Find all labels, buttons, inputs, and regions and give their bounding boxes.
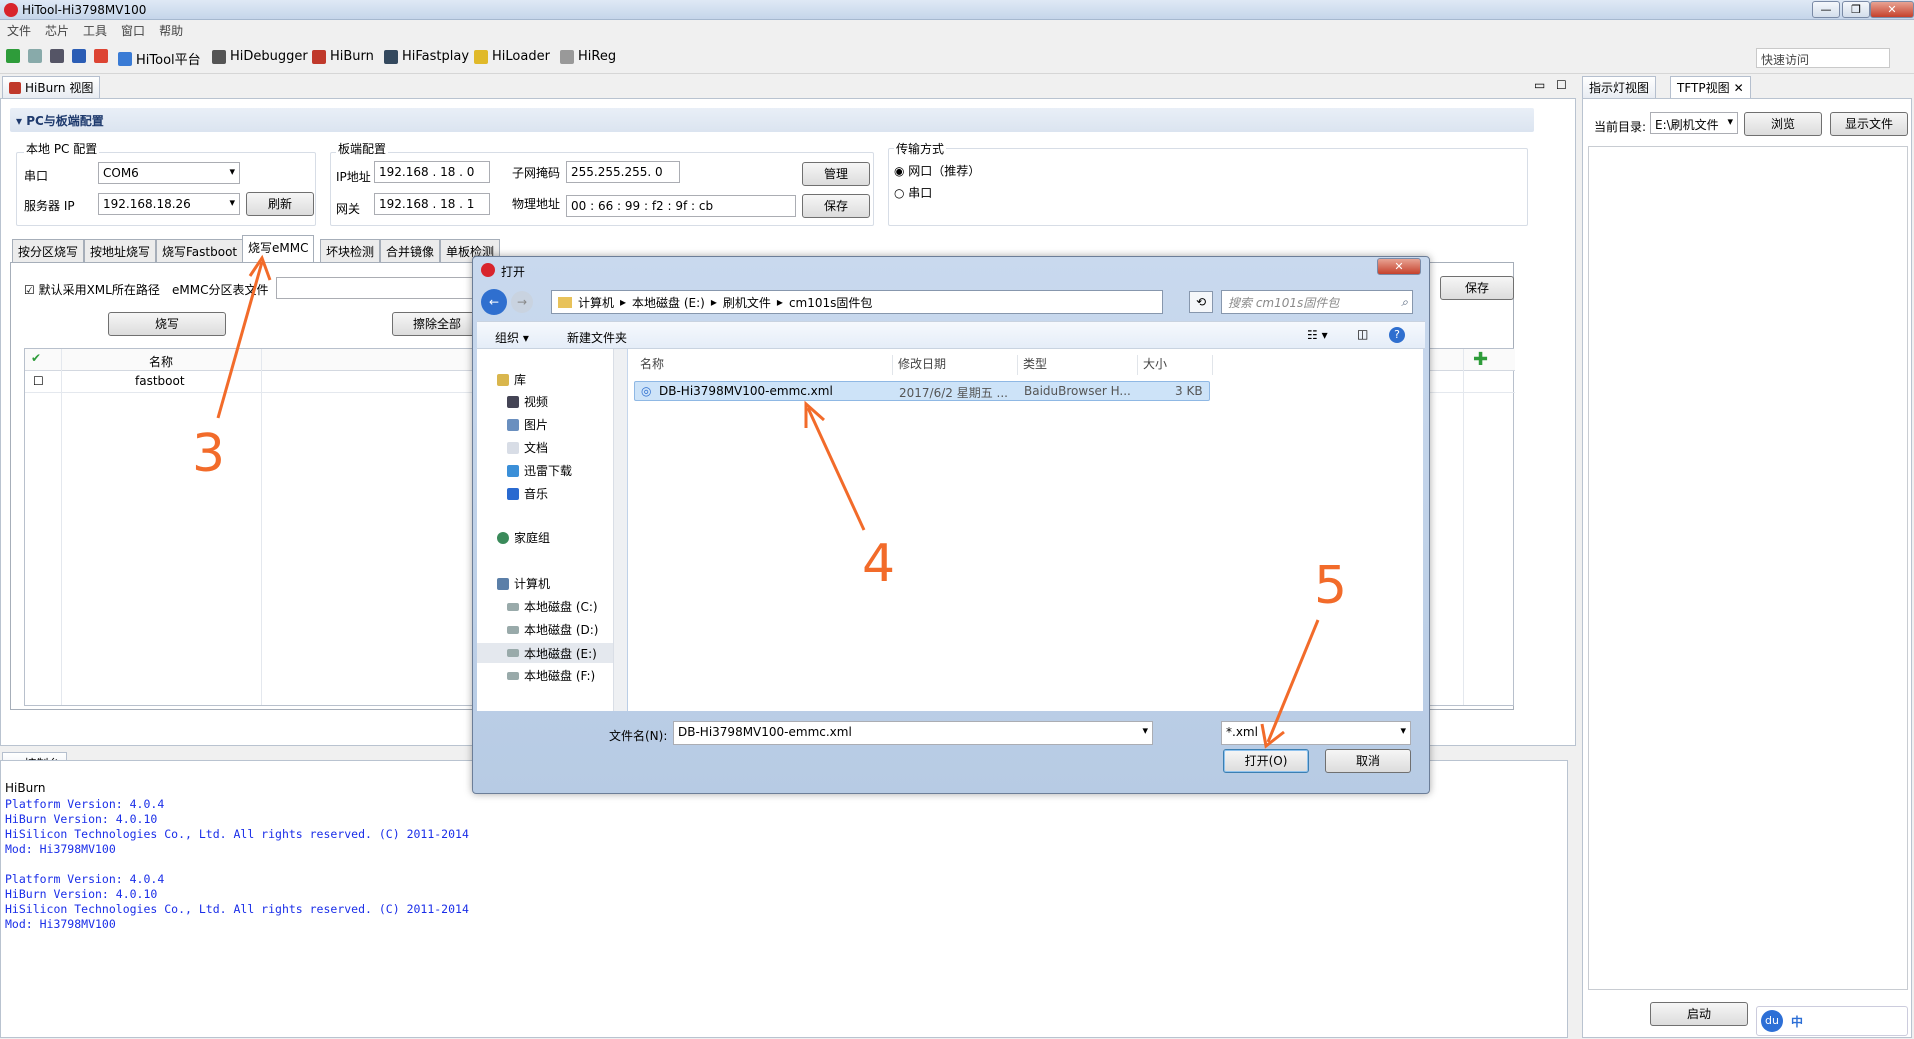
annotation-arrows [216, 254, 1320, 749]
arrow-5 [1266, 619, 1320, 743]
arrow-3 [216, 261, 264, 419]
annotation-3: 3 [192, 424, 226, 484]
annotation-4: 4 [862, 534, 896, 594]
annotation-5: 5 [1314, 556, 1348, 616]
arrow-4 [806, 407, 866, 531]
